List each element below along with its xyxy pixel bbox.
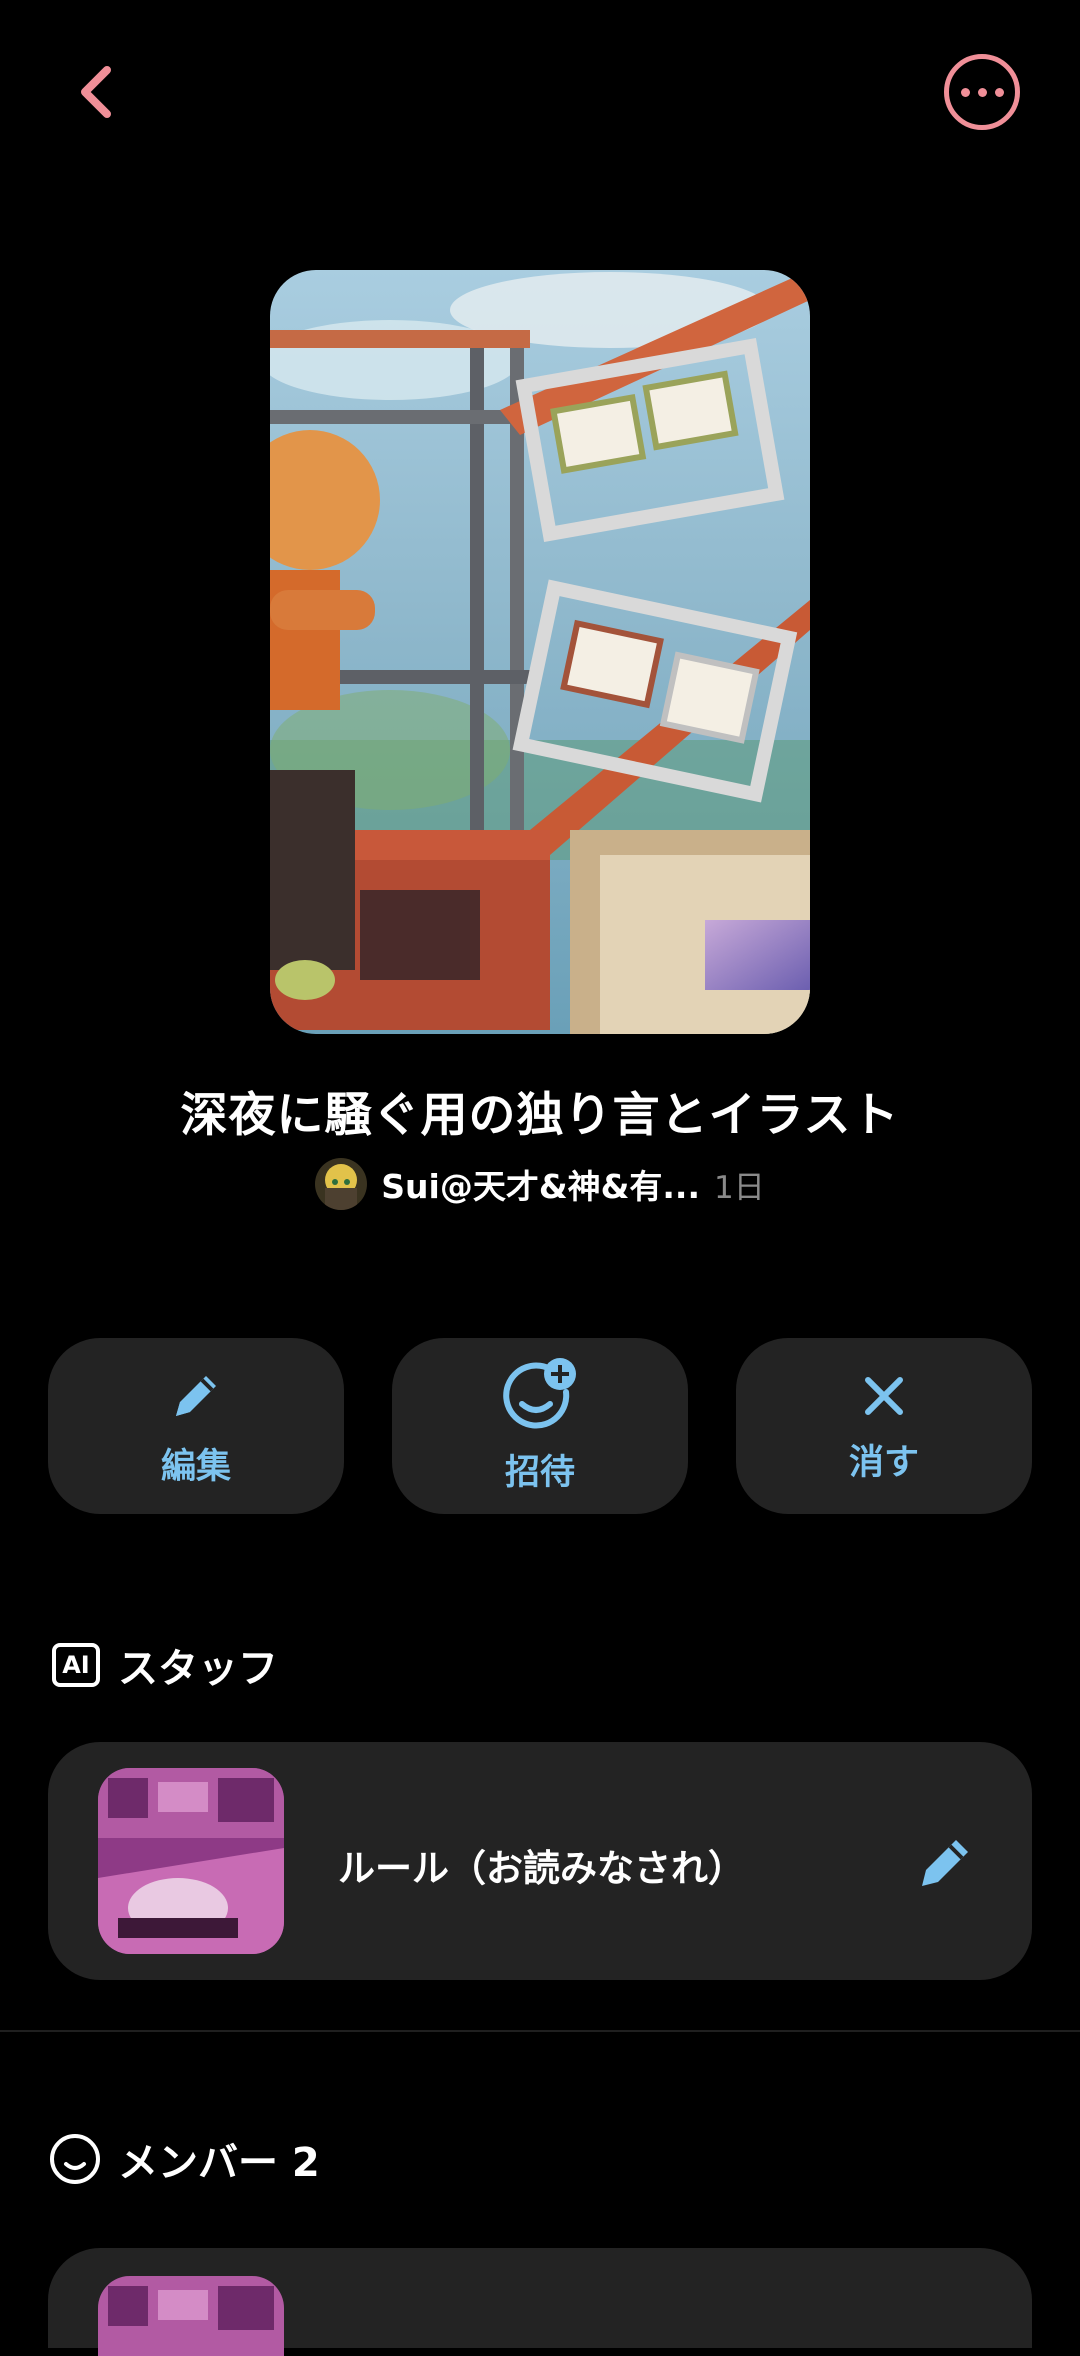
pencil-icon bbox=[176, 1375, 216, 1416]
more-dot bbox=[994, 87, 1004, 97]
host-name: Sui@天才&神&有... bbox=[381, 1167, 700, 1206]
member-item-thumbnail bbox=[98, 2276, 284, 2356]
members-heading: メンバー 2 bbox=[118, 2140, 320, 2186]
chat-title: 深夜に騒ぐ用の独り言とイラスト bbox=[180, 1088, 900, 1143]
staff-item-label: ルール（お読みなされ） bbox=[338, 1847, 745, 1890]
invite-label: 招待 bbox=[504, 1452, 575, 1493]
edit-button[interactable]: 編集 bbox=[48, 1338, 344, 1514]
members-section-header: メンバー 2 bbox=[50, 2130, 320, 2188]
avatar bbox=[315, 1158, 368, 1210]
back-button[interactable] bbox=[60, 52, 130, 132]
section-divider bbox=[0, 2030, 1080, 2032]
staff-heading: スタッフ bbox=[118, 1646, 278, 1692]
more-horizontal-icon bbox=[960, 87, 970, 97]
edit-label: 編集 bbox=[160, 1446, 231, 1487]
delete-button[interactable]: 消す bbox=[736, 1338, 1032, 1514]
post-time: 1日 bbox=[714, 1169, 765, 1206]
chevron-left-icon bbox=[81, 66, 111, 118]
member-icon bbox=[50, 2134, 100, 2184]
staff-item-thumbnail bbox=[98, 1768, 284, 1954]
staff-item-card[interactable]: ルール（お読みなされ） bbox=[48, 1742, 1032, 1980]
invite-button[interactable]: 招待 bbox=[392, 1338, 688, 1514]
more-options-button[interactable] bbox=[944, 54, 1020, 130]
member-item-card[interactable] bbox=[48, 2248, 1032, 2356]
ai-badge-icon: AI bbox=[52, 1643, 100, 1687]
pencil-icon bbox=[922, 1840, 968, 1886]
more-dot bbox=[977, 87, 987, 97]
delete-label: 消す bbox=[848, 1442, 919, 1483]
invite-icon bbox=[503, 1357, 576, 1428]
staff-edit-button[interactable] bbox=[914, 1828, 978, 1892]
host-byline[interactable]: Sui@天才&神&有... 1日 bbox=[0, 1158, 1080, 1210]
close-icon bbox=[865, 1376, 903, 1415]
chat-cover-image bbox=[270, 270, 810, 1034]
staff-section-header: AI スタッフ bbox=[52, 1636, 278, 1694]
